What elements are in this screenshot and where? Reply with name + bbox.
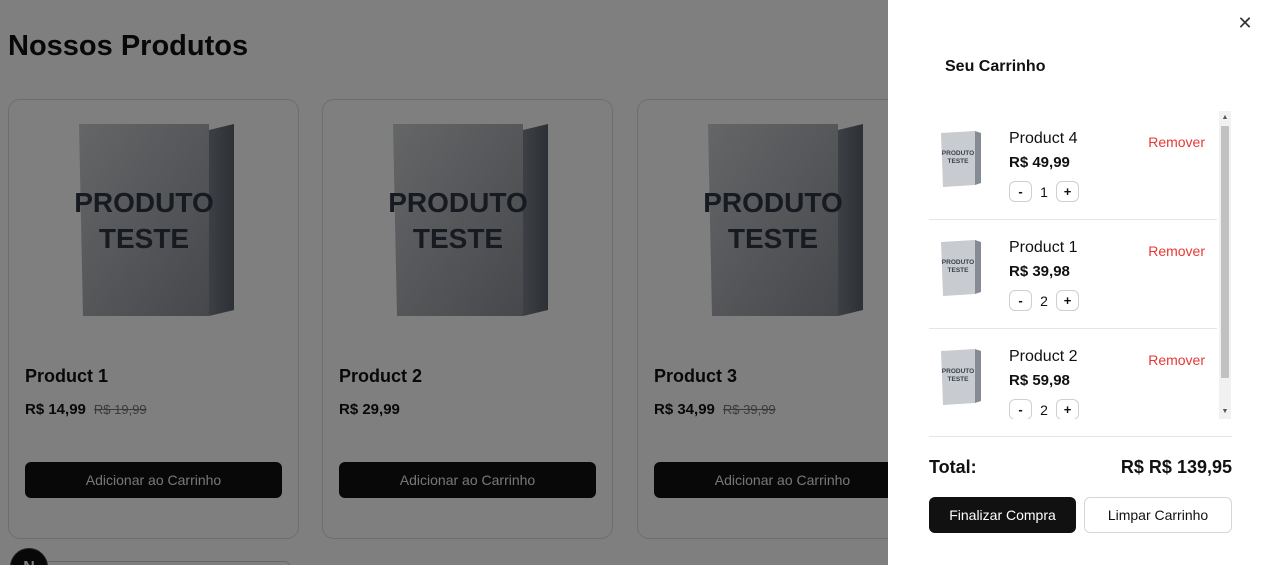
cart-item-name: Product 4	[1009, 130, 1078, 147]
quantity-stepper: - 1 +	[1009, 181, 1079, 202]
checkout-button[interactable]: Finalizar Compra	[929, 497, 1076, 533]
remove-item-button[interactable]: Remover	[1148, 243, 1205, 259]
svg-text:PRODUTO: PRODUTO	[942, 368, 974, 375]
svg-text:TESTE: TESTE	[948, 267, 970, 274]
cart-title: Seu Carrinho	[945, 58, 1046, 75]
close-icon[interactable]: ✕	[1235, 13, 1255, 33]
decrease-quantity-button[interactable]: -	[1009, 399, 1032, 419]
cart-item-price: R$ 39,98	[1009, 263, 1070, 280]
decrease-quantity-button[interactable]: -	[1009, 290, 1032, 311]
quantity-value: 1	[1040, 183, 1048, 200]
scroll-down-icon[interactable]: ▼	[1221, 408, 1229, 416]
cart-drawer: ✕ Seu Carrinho PRODUTO TESTE Product 4 R…	[888, 0, 1271, 565]
cart-item-thumbnail: PRODUTO TESTE	[937, 238, 987, 298]
quantity-stepper: - 2 +	[1009, 290, 1079, 311]
increase-quantity-button[interactable]: +	[1056, 290, 1079, 311]
cart-item: PRODUTO TESTE Product 2 R$ 59,98 - 2 + R…	[929, 329, 1217, 419]
quantity-stepper: - 2 +	[1009, 399, 1079, 419]
cart-item: PRODUTO TESTE Product 1 R$ 39,98 - 2 + R…	[929, 220, 1217, 329]
cart-item-price: R$ 59,98	[1009, 372, 1070, 389]
decrease-quantity-button[interactable]: -	[1009, 181, 1032, 202]
cart-item-name: Product 2	[1009, 348, 1078, 365]
total-value: R$ R$ 139,95	[1120, 457, 1232, 477]
increase-quantity-button[interactable]: +	[1056, 181, 1079, 202]
cart-item-name: Product 1	[1009, 239, 1078, 256]
divider	[929, 436, 1232, 437]
cart-item-thumbnail: PRODUTO TESTE	[937, 129, 987, 189]
svg-text:TESTE: TESTE	[948, 376, 970, 383]
increase-quantity-button[interactable]: +	[1056, 399, 1079, 419]
scroll-up-icon[interactable]: ▲	[1221, 114, 1229, 122]
cart-item: PRODUTO TESTE Product 4 R$ 49,99 - 1 + R…	[929, 111, 1217, 220]
remove-item-button[interactable]: Remover	[1148, 352, 1205, 368]
svg-text:TESTE: TESTE	[948, 158, 970, 165]
scrollbar-thumb[interactable]	[1221, 126, 1229, 378]
cart-item-price: R$ 49,99	[1009, 154, 1070, 171]
remove-item-button[interactable]: Remover	[1148, 134, 1205, 150]
clear-cart-button[interactable]: Limpar Carrinho	[1084, 497, 1232, 533]
total-label: Total:	[929, 457, 977, 477]
cart-item-list: PRODUTO TESTE Product 4 R$ 49,99 - 1 + R…	[929, 111, 1231, 419]
cart-scrollbar[interactable]: ▲ ▼	[1219, 111, 1231, 419]
svg-text:PRODUTO: PRODUTO	[942, 259, 974, 266]
quantity-value: 2	[1040, 401, 1048, 418]
cart-item-thumbnail: PRODUTO TESTE	[937, 347, 987, 407]
svg-text:PRODUTO: PRODUTO	[942, 150, 974, 157]
quantity-value: 2	[1040, 292, 1048, 309]
